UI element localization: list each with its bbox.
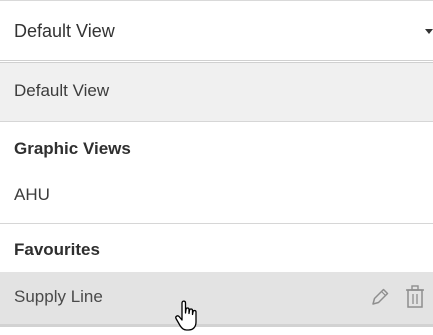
view-selector: Default View Default View Graphic Views … xyxy=(0,0,433,335)
section-title-graphic-views: Graphic Views xyxy=(14,139,131,158)
divider xyxy=(0,223,433,224)
view-select-value: Default View xyxy=(14,21,115,41)
divider xyxy=(0,121,433,122)
option-ahu[interactable]: AHU xyxy=(14,185,50,205)
view-select[interactable]: Default View xyxy=(0,0,433,60)
trash-icon[interactable] xyxy=(404,284,426,310)
option-default-view[interactable]: Default View xyxy=(0,63,433,121)
section-title-favourites: Favourites xyxy=(14,240,100,259)
pencil-icon[interactable] xyxy=(369,286,391,308)
option-supply-line[interactable]: Supply Line xyxy=(0,272,433,327)
option-default-view-label: Default View xyxy=(14,81,110,100)
caret-down-icon[interactable] xyxy=(425,29,433,34)
option-supply-line-label: Supply Line xyxy=(14,287,103,306)
view-dropdown-menu: Default View Graphic Views AHU Favourite… xyxy=(0,60,433,335)
hand-pointer-icon xyxy=(172,297,206,333)
